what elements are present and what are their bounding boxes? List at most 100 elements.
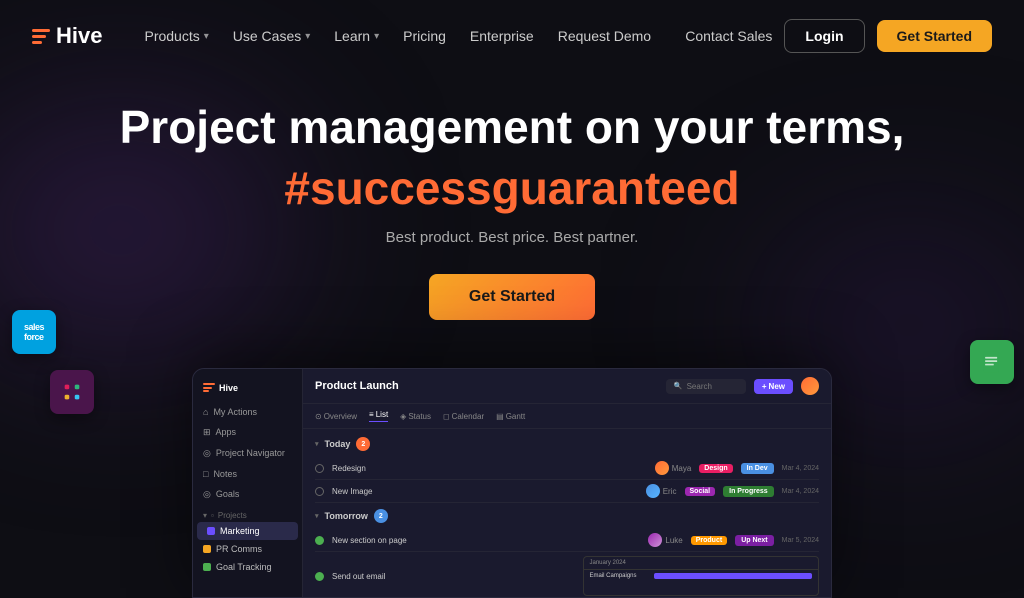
hero-section: Project management on your terms, #succe… xyxy=(0,72,1024,340)
search-bar[interactable]: 🔍 Search xyxy=(666,379,746,394)
nav-request-demo[interactable]: Request Demo xyxy=(548,22,661,50)
nav-right: Contact Sales Login Get Started xyxy=(685,19,992,53)
status-badge-indev: In Dev xyxy=(741,463,774,474)
assignee-avatar xyxy=(655,461,669,475)
notes-icon: □ xyxy=(203,469,208,479)
chevron-down-icon: ▾ xyxy=(305,31,310,42)
hero-subtitle: #successguaranteed xyxy=(20,161,1004,215)
tag-social: Social xyxy=(685,487,716,496)
sidebar-item-project-navigator[interactable]: ◎ Project Navigator xyxy=(193,443,302,464)
gantt-row: Email Campaigns xyxy=(584,570,819,582)
app-preview-container: Hive ⌂ My Actions ⊞ Apps ◎ Project Navig… xyxy=(192,368,832,598)
task-assignee: Luke xyxy=(648,533,682,547)
hero-description: Best product. Best price. Best partner. xyxy=(20,229,1004,246)
nav-use-cases[interactable]: Use Cases ▾ xyxy=(223,22,321,50)
gantt-icon: ▤ xyxy=(496,412,504,421)
sidebar-project-goal-tracking[interactable]: Goal Tracking xyxy=(193,558,302,576)
project-color-dot xyxy=(207,527,215,535)
today-count: 2 xyxy=(356,437,370,451)
google-sheets-icon xyxy=(970,340,1014,384)
app-main: Product Launch 🔍 Search + New ⊙ xyxy=(303,369,831,597)
task-checkbox[interactable] xyxy=(315,464,324,473)
sidebar-item-apps[interactable]: ⊞ Apps xyxy=(193,422,302,443)
home-icon: ⌂ xyxy=(203,407,208,417)
navbar: Hive Products ▾ Use Cases ▾ Learn ▾ Pric… xyxy=(0,0,1024,72)
tab-calendar[interactable]: ◻ Calendar xyxy=(443,410,484,422)
calendar-icon: ◻ xyxy=(443,412,450,421)
logo-icon xyxy=(32,29,50,44)
collapse-icon: ▾ xyxy=(315,512,319,520)
nav-enterprise[interactable]: Enterprise xyxy=(460,22,544,50)
task-date: Mar 4, 2024 xyxy=(782,465,819,472)
task-name: Send out email xyxy=(332,572,567,581)
folder-icon: ▫ xyxy=(211,511,214,520)
overview-icon: ⊙ xyxy=(315,412,322,421)
sidebar-logo: Hive xyxy=(193,379,302,402)
nav-links: Products ▾ Use Cases ▾ Learn ▾ Pricing E… xyxy=(134,22,685,50)
app-preview: Hive ⌂ My Actions ⊞ Apps ◎ Project Navig… xyxy=(192,368,832,598)
project-title: Product Launch xyxy=(315,380,399,392)
get-started-nav-button[interactable]: Get Started xyxy=(877,20,992,52)
task-name: Redesign xyxy=(332,464,647,473)
salesforce-logo-text: salesforce xyxy=(24,322,44,342)
get-started-hero-button[interactable]: Get Started xyxy=(429,274,595,320)
chevron-down-icon: ▾ xyxy=(204,31,209,42)
task-row: New Image Eric Social In Progress Mar 4,… xyxy=(315,480,819,503)
goals-icon: ◎ xyxy=(203,489,211,500)
plus-icon: + xyxy=(762,382,767,391)
nav-products[interactable]: Products ▾ xyxy=(134,22,218,50)
sidebar-item-my-actions[interactable]: ⌂ My Actions xyxy=(193,402,302,422)
tag-design: Design xyxy=(699,464,732,473)
task-date: Mar 5, 2024 xyxy=(782,537,819,544)
tab-gantt[interactable]: ▤ Gantt xyxy=(496,410,525,422)
contact-sales-link[interactable]: Contact Sales xyxy=(685,28,772,44)
task-assignee: Maya xyxy=(655,461,692,475)
tab-status[interactable]: ◈ Status xyxy=(400,410,431,422)
list-icon: ≡ xyxy=(369,410,374,419)
project-color-dot xyxy=(203,545,211,553)
compass-icon: ◎ xyxy=(203,448,211,459)
app-header-right: 🔍 Search + New xyxy=(666,377,819,395)
task-name: New Image xyxy=(332,487,638,496)
project-color-dot xyxy=(203,563,211,571)
tab-list[interactable]: ≡ List xyxy=(369,410,388,422)
gantt-header: January 2024 xyxy=(584,557,819,570)
collapse-icon: ▾ xyxy=(315,440,319,448)
logo-text: Hive xyxy=(56,23,102,49)
task-row: Redesign Maya Design In Dev Mar 4, 2024 xyxy=(315,457,819,480)
assignee-avatar xyxy=(648,533,662,547)
hero-title: Project management on your terms, xyxy=(20,102,1004,153)
task-assignee: Eric xyxy=(646,484,677,498)
task-row: Send out email January 2024 Email Campai… xyxy=(315,552,819,597)
section-today: ▾ Today 2 xyxy=(315,437,819,451)
logo[interactable]: Hive xyxy=(32,23,102,49)
sidebar-item-notes[interactable]: □ Notes xyxy=(193,464,302,484)
app-content: ▾ Today 2 Redesign Maya Design In Dev Ma… xyxy=(303,429,831,597)
nav-pricing[interactable]: Pricing xyxy=(393,22,456,50)
task-checkbox-done[interactable] xyxy=(315,572,324,581)
task-date: Mar 4, 2024 xyxy=(782,488,819,495)
user-avatar[interactable] xyxy=(801,377,819,395)
task-name: New section on page xyxy=(332,536,640,545)
login-button[interactable]: Login xyxy=(784,19,864,53)
slack-icon xyxy=(50,370,94,414)
tomorrow-count: 2 xyxy=(374,509,388,523)
task-checkbox[interactable] xyxy=(315,487,324,496)
assignee-avatar xyxy=(646,484,660,498)
new-button[interactable]: + New xyxy=(754,379,793,394)
sidebar-item-goals[interactable]: ◎ Goals xyxy=(193,484,302,505)
task-row: New section on page Luke Product Up Next… xyxy=(315,529,819,552)
status-badge-inprog: In Progress xyxy=(723,486,774,497)
sidebar-section-projects: ▾ ▫ Projects xyxy=(193,505,302,522)
sidebar-logo-icon xyxy=(203,383,215,394)
app-header: Product Launch 🔍 Search + New xyxy=(303,369,831,404)
gantt-bar xyxy=(654,573,813,579)
chevron-down-icon: ▾ xyxy=(374,31,379,42)
sidebar-project-marketing[interactable]: Marketing xyxy=(197,522,298,540)
nav-learn[interactable]: Learn ▾ xyxy=(324,22,389,50)
task-checkbox-done[interactable] xyxy=(315,536,324,545)
chevron-icon: ▾ xyxy=(203,511,207,520)
sidebar-project-pr-comms[interactable]: PR Comms xyxy=(193,540,302,558)
status-icon: ◈ xyxy=(400,412,406,421)
tab-overview[interactable]: ⊙ Overview xyxy=(315,410,357,422)
